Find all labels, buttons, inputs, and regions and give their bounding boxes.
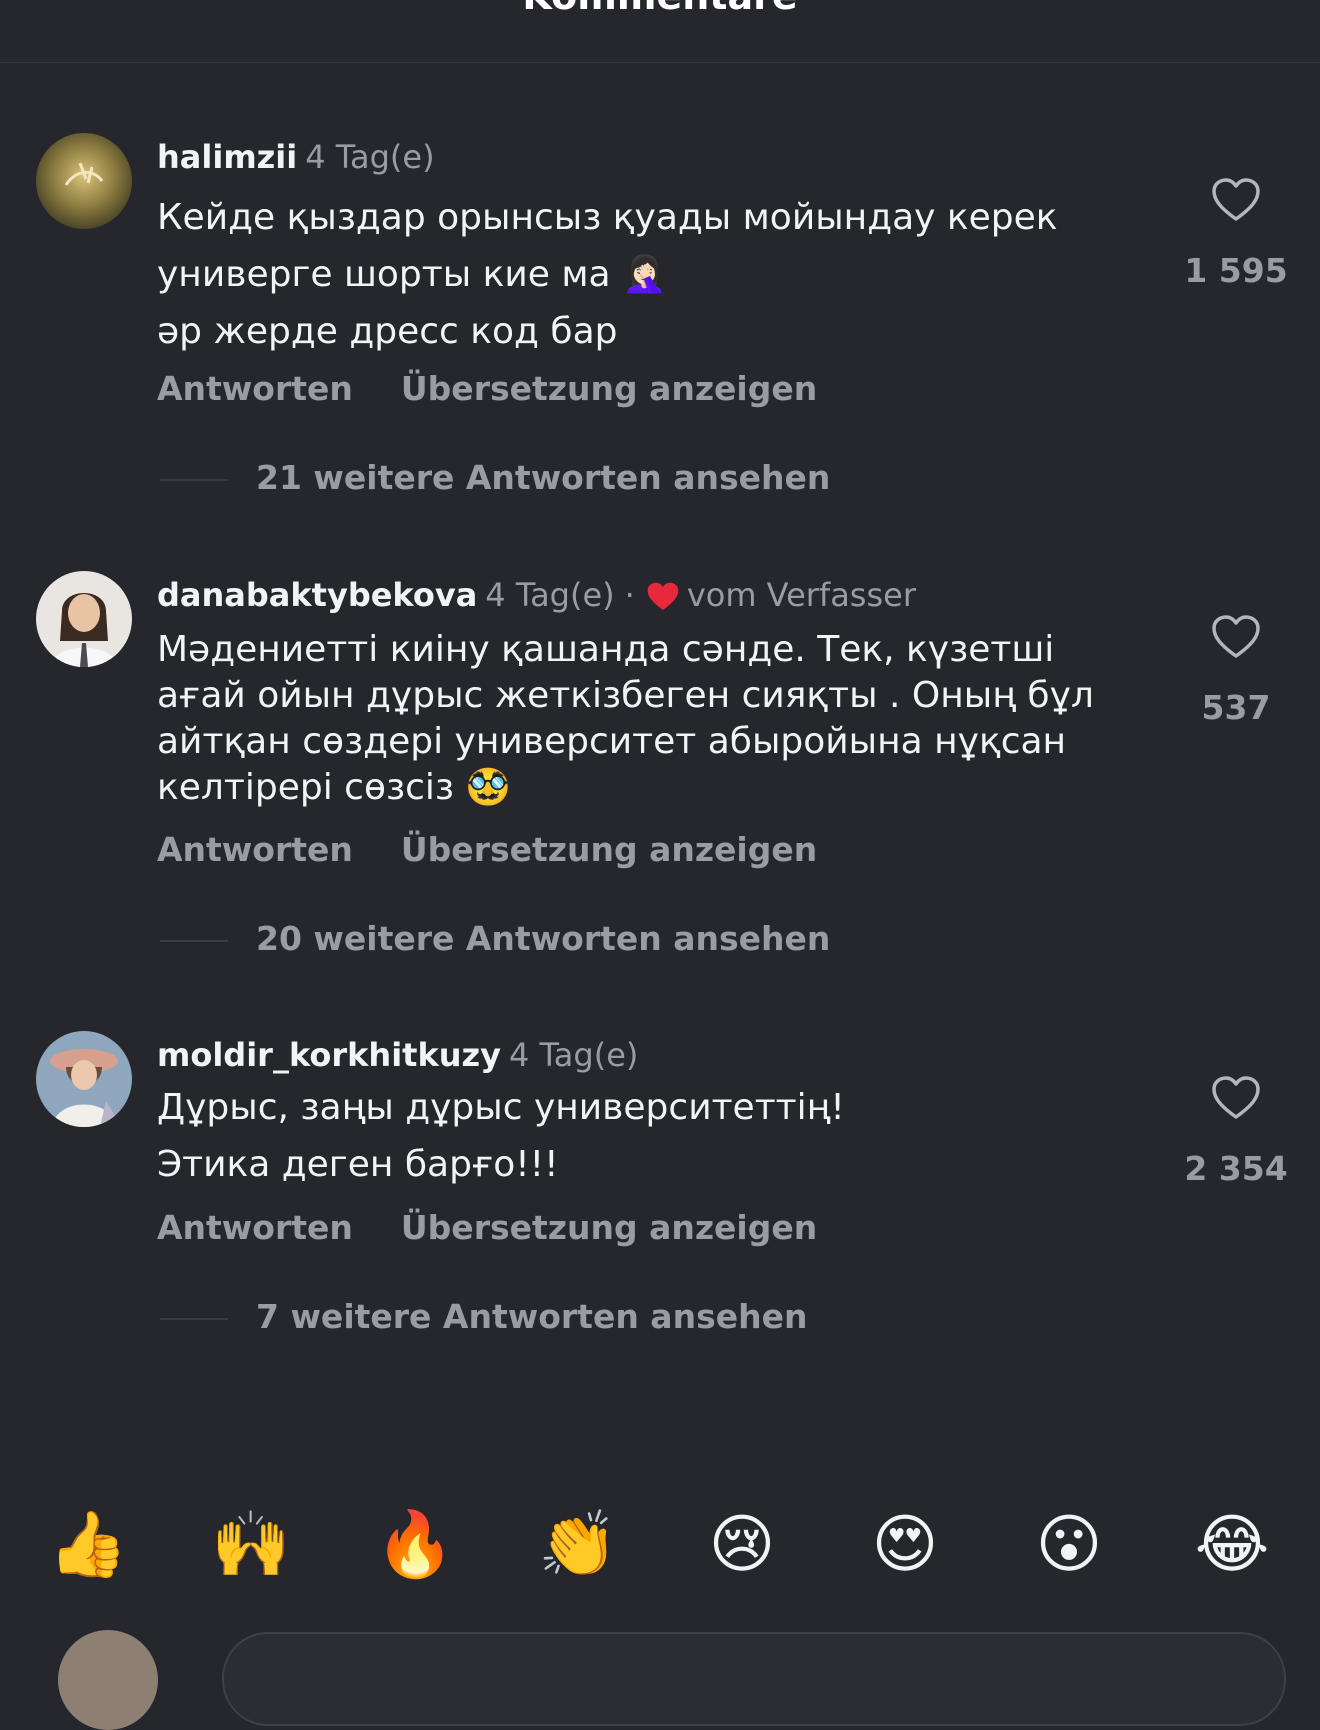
reply-button[interactable]: Antworten	[157, 830, 353, 869]
comment-line-text: келтірері сөзсіз	[157, 767, 455, 808]
view-replies-button[interactable]: 21 weitere Antworten ansehen	[160, 458, 830, 497]
comment-body: Дұрыс, заңы дұрыс университеттің! Этика …	[157, 1079, 1147, 1193]
comment-body: Мәдениетті киіну қашанда сәнде. Тек, күз…	[157, 627, 1147, 811]
surprised-face-reaction[interactable]: 😮	[1029, 1505, 1109, 1585]
comment-line: әр жерде дресс код бар	[157, 311, 618, 352]
username[interactable]: moldir_korkhitkuzy	[157, 1036, 501, 1074]
comment-header: moldir_korkhitkuzy 4 Tag(e)	[157, 1035, 638, 1075]
comment-line-text: универге шорты кие ма	[157, 254, 611, 295]
thumbs-up-reaction[interactable]: 👍	[48, 1505, 128, 1585]
comment-line: Кейде қыздар орынсыз қуады мойындау кере…	[157, 197, 1058, 238]
facepalm-emoji: 🤦🏻‍♀️	[622, 254, 667, 295]
reply-button[interactable]: Antworten	[157, 1208, 353, 1247]
translate-button[interactable]: Übersetzung anzeigen	[401, 1208, 817, 1247]
avatar[interactable]	[36, 571, 132, 667]
raised-hands-reaction[interactable]: 🙌	[211, 1505, 291, 1585]
replies-divider	[160, 1317, 228, 1320]
comment-header: danabaktybekova 4 Tag(e) · vom Verfasser	[157, 575, 916, 615]
comment-actions: Antworten Übersetzung anzeigen	[157, 369, 817, 408]
heart-eyes-reaction[interactable]: 😍	[865, 1505, 945, 1585]
comment-time: 4 Tag(e)	[485, 576, 615, 614]
fire-reaction[interactable]: 🔥	[375, 1505, 455, 1585]
replies-divider	[160, 478, 228, 481]
avatar[interactable]	[36, 1031, 132, 1127]
comment-line: ағай ойын дұрыс жеткізбеген сияқты . Оны…	[157, 675, 1094, 716]
like-column: 1 595	[1176, 177, 1296, 290]
like-count: 2 354	[1184, 1149, 1288, 1188]
like-column: 2 354	[1176, 1075, 1296, 1188]
reply-button[interactable]: Antworten	[157, 369, 353, 408]
laughing-face-reaction[interactable]: 😂	[1192, 1505, 1272, 1585]
separator-dot: ·	[624, 576, 635, 614]
comment-input[interactable]	[222, 1632, 1286, 1726]
heart-filled-icon	[647, 582, 679, 610]
like-count: 537	[1201, 688, 1271, 727]
comment-time: 4 Tag(e)	[509, 1036, 639, 1074]
comment-actions: Antworten Übersetzung anzeigen	[157, 1208, 817, 1247]
author-liked-label: vom Verfasser	[686, 576, 916, 614]
comment-line: Дұрыс, заңы дұрыс университеттің!	[157, 1087, 845, 1128]
avatar[interactable]	[36, 133, 132, 229]
current-user-avatar	[58, 1630, 158, 1730]
comment-line: универге шорты кие ма 🤦🏻‍♀️	[157, 246, 1147, 303]
comment-line: Этика деген барғо!!!	[157, 1144, 559, 1185]
comment-line: айтқан сөздері университет абыройына нұқ…	[157, 721, 1067, 762]
translate-button[interactable]: Übersetzung anzeigen	[401, 369, 817, 408]
comment-header: halimzii 4 Tag(e)	[157, 137, 435, 177]
like-count: 1 595	[1184, 251, 1288, 290]
comment-actions: Antworten Übersetzung anzeigen	[157, 830, 817, 869]
heart-outline-icon[interactable]	[1211, 1075, 1261, 1121]
comment-line: келтірері сөзсіз 🥸	[157, 765, 1147, 811]
page-title: Kommentare	[0, 0, 1320, 18]
replies-divider	[160, 939, 228, 942]
view-replies-label: 7 weitere Antworten ansehen	[256, 1297, 808, 1336]
comment-time: 4 Tag(e)	[305, 138, 435, 176]
view-replies-label: 21 weitere Antworten ansehen	[256, 458, 831, 497]
heart-outline-icon[interactable]	[1211, 177, 1261, 223]
clapping-hands-reaction[interactable]: 👏	[538, 1505, 618, 1585]
username[interactable]: danabaktybekova	[157, 576, 477, 614]
view-replies-label: 20 weitere Antworten ansehen	[256, 919, 831, 958]
username[interactable]: halimzii	[157, 138, 297, 176]
view-replies-button[interactable]: 20 weitere Antworten ansehen	[160, 919, 830, 958]
view-replies-button[interactable]: 7 weitere Antworten ansehen	[160, 1297, 807, 1336]
disguised-face-emoji: 🥸	[465, 767, 511, 808]
comment-body: Кейде қыздар орынсыз қуады мойындау кере…	[157, 189, 1147, 360]
quick-reaction-bar: 👍 🙌 🔥 👏 😢 😍 😮 😂	[0, 1505, 1320, 1585]
heart-outline-icon[interactable]	[1211, 614, 1261, 660]
crying-face-reaction[interactable]: 😢	[702, 1505, 782, 1585]
comments-header: Kommentare	[0, 0, 1320, 63]
comment-line: Мәдениетті киіну қашанда сәнде. Тек, күз…	[157, 629, 1055, 670]
translate-button[interactable]: Übersetzung anzeigen	[401, 830, 817, 869]
like-column: 537	[1176, 614, 1296, 727]
